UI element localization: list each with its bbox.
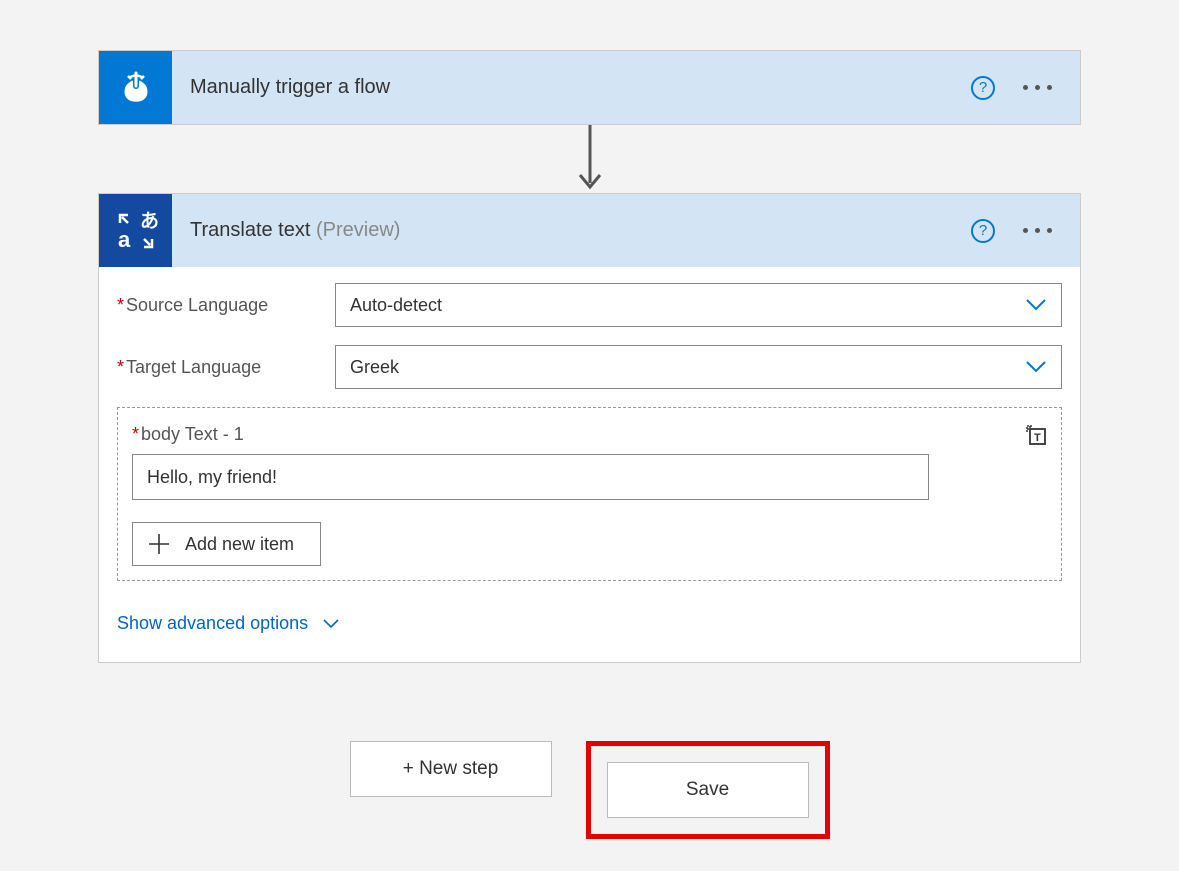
dynamic-content-icon[interactable]: T: [1025, 424, 1047, 446]
help-icon[interactable]: ?: [971, 76, 995, 100]
target-language-row: *Target Language Greek: [117, 345, 1062, 389]
action-header-actions: ?: [971, 219, 1080, 243]
target-language-select[interactable]: Greek: [335, 345, 1062, 389]
advanced-options-label: Show advanced options: [117, 613, 308, 634]
action-step: あ a Translate text (Preview) ? *S: [98, 193, 1081, 663]
save-highlight-box: Save: [586, 741, 830, 839]
action-body: *Source Language Auto-detect *Target Lan…: [99, 267, 1080, 662]
show-advanced-options[interactable]: Show advanced options: [117, 613, 340, 634]
trigger-actions: ?: [971, 76, 1080, 100]
chevron-down-icon: [1025, 298, 1047, 312]
required-mark: *: [132, 424, 139, 444]
required-mark: *: [117, 295, 124, 315]
body-text-input[interactable]: Hello, my friend!: [132, 454, 929, 500]
chevron-down-icon: [1025, 360, 1047, 374]
svg-text:あ: あ: [140, 210, 159, 232]
svg-text:a: a: [118, 227, 131, 252]
new-step-button[interactable]: + New step: [350, 741, 552, 797]
add-new-item-label: Add new item: [185, 534, 294, 555]
more-icon[interactable]: [1023, 228, 1052, 233]
connector-arrow-icon: [577, 125, 603, 193]
target-language-value: Greek: [350, 357, 399, 378]
add-new-item-button[interactable]: Add new item: [132, 522, 321, 566]
help-icon[interactable]: ?: [971, 219, 995, 243]
plus-icon: [147, 532, 171, 556]
bottom-actions: + New step Save: [350, 741, 830, 839]
trigger-step[interactable]: Manually trigger a flow ?: [98, 50, 1081, 125]
source-language-value: Auto-detect: [350, 295, 442, 316]
trigger-icon: [99, 51, 172, 124]
required-mark: *: [117, 357, 124, 377]
body-text-label: *body Text - 1: [132, 424, 244, 445]
translate-icon: あ a: [99, 194, 172, 267]
target-language-label: *Target Language: [117, 357, 335, 378]
action-title-text: Translate text: [190, 219, 310, 241]
chevron-down-icon: [322, 618, 340, 629]
trigger-title: Manually trigger a flow: [172, 76, 971, 99]
source-language-select[interactable]: Auto-detect: [335, 283, 1062, 327]
body-text-header: *body Text - 1 T: [132, 424, 1047, 446]
source-language-label: *Source Language: [117, 295, 335, 316]
flow-designer: Manually trigger a flow ? あ a: [98, 50, 1081, 839]
more-icon[interactable]: [1023, 85, 1052, 90]
body-text-section: *body Text - 1 T Hello, my friend!: [117, 407, 1062, 581]
body-text-value: Hello, my friend!: [147, 467, 277, 488]
trigger-header[interactable]: Manually trigger a flow ?: [99, 51, 1080, 124]
preview-tag: (Preview): [316, 219, 400, 241]
save-button[interactable]: Save: [607, 762, 809, 818]
action-header[interactable]: あ a Translate text (Preview) ?: [99, 194, 1080, 267]
action-title: Translate text (Preview): [172, 219, 971, 242]
source-language-row: *Source Language Auto-detect: [117, 283, 1062, 327]
svg-text:T: T: [1034, 432, 1041, 444]
